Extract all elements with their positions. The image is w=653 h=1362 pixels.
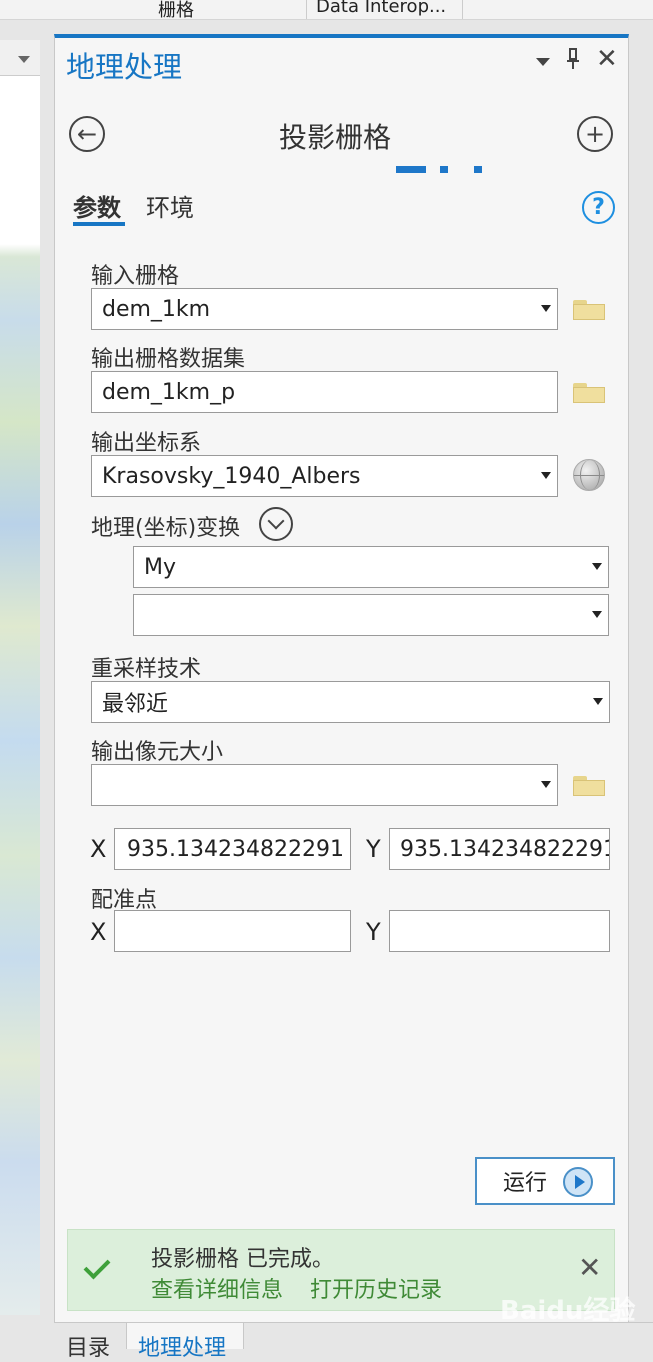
cell-size-y-value: 935.134234822291 (400, 836, 610, 862)
tab-environments[interactable]: 环境 (146, 188, 194, 223)
tab-geoprocessing[interactable]: 地理处理 (138, 1330, 226, 1362)
dropdown-arrow-icon[interactable] (18, 56, 30, 63)
progress-dots (396, 166, 486, 174)
toolbar-cell-data-interop[interactable]: Data Interop... (316, 0, 446, 17)
open-history-link[interactable]: 打开历史记录 (310, 1272, 442, 1304)
toolbar-cell-raster[interactable]: 栅格 (158, 0, 194, 19)
output-raster-label: 输出栅格数据集 (91, 347, 246, 372)
output-cs-value: Krasovsky_1940_Albers (102, 463, 361, 489)
back-arrow-icon[interactable]: ← (69, 116, 105, 152)
tab-catalog[interactable]: 目录 (66, 1330, 110, 1362)
dropdown-arrow-icon (592, 563, 602, 570)
geo-transform-dropdown-2[interactable] (133, 594, 609, 636)
pin-icon[interactable] (567, 48, 579, 70)
cell-size-y-input[interactable]: 935.134234822291 (389, 828, 610, 870)
registration-x-input[interactable] (114, 910, 351, 952)
chevron-down-icon[interactable] (536, 58, 550, 66)
output-cs-dropdown[interactable]: Krasovsky_1940_Albers (91, 455, 558, 497)
chevron-down-icon[interactable] (259, 507, 293, 541)
resampling-dropdown[interactable]: 最邻近 (91, 681, 610, 723)
registration-y-input[interactable] (389, 910, 610, 952)
output-cs-label: 输出坐标系 (91, 431, 202, 456)
geo-transform-label: 地理(坐标)变换 (91, 516, 241, 541)
close-icon[interactable]: ✕ (578, 1254, 601, 1282)
dropdown-arrow-icon (593, 698, 603, 705)
dropdown-arrow-icon (592, 611, 602, 618)
map-view[interactable] (0, 40, 40, 1315)
help-icon[interactable]: ? (582, 191, 615, 224)
cell-size-x-label: X (90, 835, 107, 863)
resampling-label: 重采样技术 (91, 657, 202, 682)
output-raster-input[interactable]: dem_1km_p (91, 371, 558, 413)
tab-parameters[interactable]: 参数 (73, 188, 121, 223)
geo-transform-value-1: My (144, 554, 177, 580)
close-icon[interactable]: ✕ (596, 44, 618, 74)
globe-icon[interactable] (573, 459, 605, 491)
dropdown-arrow-icon (541, 305, 551, 312)
geo-transform-dropdown-1[interactable]: My (133, 546, 609, 588)
registration-x-label: X (90, 918, 107, 946)
message-text: 投影栅格 已完成。 (151, 1247, 334, 1272)
cell-size-y-label: Y (366, 835, 381, 863)
input-raster-dropdown[interactable]: dem_1km (91, 288, 558, 330)
view-details-link[interactable]: 查看详细信息 (151, 1272, 283, 1304)
resampling-value: 最邻近 (102, 692, 169, 717)
dropdown-arrow-icon (541, 472, 551, 479)
cell-size-x-value: 935.134234822291 (127, 836, 344, 862)
map-toolbar (0, 40, 40, 76)
play-icon (563, 1167, 593, 1197)
tool-title: 投影栅格 (278, 121, 391, 154)
dropdown-arrow-icon (541, 781, 551, 788)
folder-icon[interactable] (573, 774, 605, 796)
watermark: Baidu经验 (500, 1296, 636, 1326)
run-button[interactable]: 运行 (475, 1157, 615, 1205)
folder-icon[interactable] (573, 381, 605, 403)
folder-icon[interactable] (573, 298, 605, 320)
cell-size-x-input[interactable]: 935.134234822291 (114, 828, 351, 870)
input-raster-value: dem_1km (102, 296, 211, 322)
cell-size-dropdown[interactable] (91, 764, 558, 806)
add-icon[interactable]: + (577, 116, 613, 152)
output-raster-value: dem_1km_p (102, 379, 236, 405)
pane-title: 地理处理 (66, 50, 183, 84)
registration-y-label: Y (366, 918, 381, 946)
input-raster-label: 输入栅格 (91, 264, 180, 289)
top-toolbar-strip: 栅格 Data Interop... (0, 0, 653, 20)
tab-underline (73, 222, 125, 226)
run-button-label: 运行 (503, 1171, 548, 1196)
cell-size-label: 输出像元大小 (91, 740, 224, 765)
